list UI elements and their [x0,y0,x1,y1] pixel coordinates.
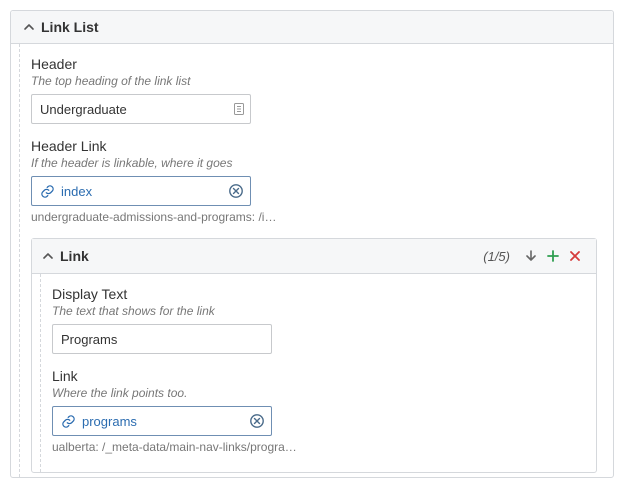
link-icon [40,184,55,199]
link-chooser[interactable]: programs [52,406,272,436]
link-sub-header: Link (1/5) [32,239,596,274]
field-label: Header Link [31,138,597,154]
header-input[interactable] [31,94,251,124]
clear-icon[interactable] [249,413,265,429]
path-hint: undergraduate-admissions-and-programs: /… [31,210,281,224]
field-desc: Where the link points too. [52,386,580,400]
header-link-chooser[interactable]: index [31,176,251,206]
link-list-panel: Link List Header The top heading of the … [10,10,614,478]
link-icon [61,414,76,429]
field-label: Display Text [52,286,580,302]
display-text-input[interactable] [52,324,272,354]
link-list-body: Header The top heading of the link list … [11,44,613,477]
link-field: Link Where the link points too. programs… [48,368,580,454]
autofill-icon [233,102,245,116]
header-link-field: Header Link If the header is linkable, w… [27,138,597,224]
field-label: Link [52,368,580,384]
link-sub-panel: Link (1/5) Display Text The text that sh… [31,238,597,473]
remove-button[interactable] [564,245,586,267]
field-desc: The text that shows for the link [52,304,580,318]
chooser-value: index [61,184,228,199]
link-list-header-row[interactable]: Link List [11,11,613,44]
display-text-field: Display Text The text that shows for the… [48,286,580,354]
field-desc: The top heading of the link list [31,74,597,88]
add-button[interactable] [542,245,564,267]
chevron-up-icon [23,21,35,33]
header-field: Header The top heading of the link list [27,56,597,124]
move-down-button[interactable] [520,245,542,267]
clear-icon[interactable] [228,183,244,199]
panel-title: Link List [41,19,99,35]
link-sub-body: Display Text The text that shows for the… [32,274,596,472]
chevron-up-icon [42,250,54,262]
sub-panel-title: Link [60,248,89,264]
chooser-value: programs [82,414,249,429]
field-label: Header [31,56,597,72]
link-sub-toggle[interactable]: Link [42,248,483,264]
field-desc: If the header is linkable, where it goes [31,156,597,170]
path-hint: ualberta: /_meta-data/main-nav-links/pro… [52,440,302,454]
item-counter: (1/5) [483,249,510,264]
